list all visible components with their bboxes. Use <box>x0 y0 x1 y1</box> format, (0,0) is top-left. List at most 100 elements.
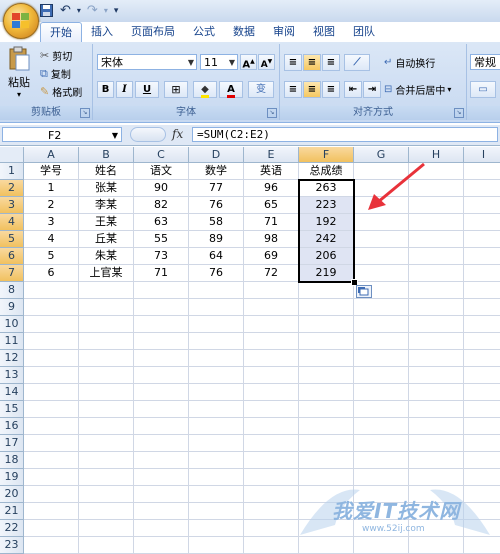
cell-d19[interactable] <box>189 469 244 486</box>
cell-c17[interactable] <box>134 435 189 452</box>
cell-c18[interactable] <box>134 452 189 469</box>
cell-d11[interactable] <box>189 333 244 350</box>
cell-a19[interactable] <box>24 469 79 486</box>
cell-d1[interactable]: 数学 <box>189 163 244 180</box>
cell-d4[interactable]: 58 <box>189 214 244 231</box>
cell-e9[interactable] <box>244 299 299 316</box>
cell-b22[interactable] <box>79 520 134 537</box>
cell-a10[interactable] <box>24 316 79 333</box>
cell-b13[interactable] <box>79 367 134 384</box>
cell-c10[interactable] <box>134 316 189 333</box>
cell-g6[interactable] <box>354 248 409 265</box>
wrap-text-button[interactable]: ↵ 自动换行 <box>384 55 435 70</box>
cell-d20[interactable] <box>189 486 244 503</box>
cell-d8[interactable] <box>189 282 244 299</box>
cell-g10[interactable] <box>354 316 409 333</box>
cell-g16[interactable] <box>354 418 409 435</box>
row-header-3[interactable]: 3 <box>0 197 24 214</box>
cell-a6[interactable]: 5 <box>24 248 79 265</box>
row-header-8[interactable]: 8 <box>0 282 24 299</box>
font-size-dropdown-icon[interactable]: ▼ <box>229 55 235 71</box>
row-header-16[interactable]: 16 <box>0 418 24 435</box>
cell-c14[interactable] <box>134 384 189 401</box>
cell-d12[interactable] <box>189 350 244 367</box>
insert-function-icon[interactable]: fx <box>172 127 183 141</box>
cell-a18[interactable] <box>24 452 79 469</box>
tab-insert[interactable]: 插入 <box>82 22 122 41</box>
cell-b15[interactable] <box>79 401 134 418</box>
tab-review[interactable]: 审阅 <box>264 22 304 41</box>
cell-d10[interactable] <box>189 316 244 333</box>
cell-i13[interactable] <box>464 367 500 384</box>
cell-e18[interactable] <box>244 452 299 469</box>
cell-d7[interactable]: 76 <box>189 265 244 282</box>
cell-d13[interactable] <box>189 367 244 384</box>
cell-i17[interactable] <box>464 435 500 452</box>
cell-f12[interactable] <box>299 350 354 367</box>
cell-i15[interactable] <box>464 401 500 418</box>
cell-f13[interactable] <box>299 367 354 384</box>
cell-e6[interactable]: 69 <box>244 248 299 265</box>
cell-g18[interactable] <box>354 452 409 469</box>
cell-i6[interactable] <box>464 248 500 265</box>
formula-bar-grip-icon[interactable] <box>130 127 166 142</box>
clipboard-launcher-icon[interactable]: ↘ <box>80 108 90 118</box>
cell-b2[interactable]: 张某 <box>79 180 134 197</box>
borders-button[interactable]: ⊞ <box>164 81 188 98</box>
copy-button[interactable]: ⧉ 复制 <box>40 66 71 82</box>
cell-f17[interactable] <box>299 435 354 452</box>
alignment-launcher-icon[interactable]: ↘ <box>454 108 464 118</box>
cell-e16[interactable] <box>244 418 299 435</box>
cell-i5[interactable] <box>464 231 500 248</box>
font-name-combo[interactable]: 宋体 ▼ <box>97 54 197 70</box>
cell-h10[interactable] <box>409 316 464 333</box>
cell-b6[interactable]: 朱某 <box>79 248 134 265</box>
tab-page-layout[interactable]: 页面布局 <box>122 22 184 41</box>
cell-e10[interactable] <box>244 316 299 333</box>
cell-a5[interactable]: 4 <box>24 231 79 248</box>
tab-team[interactable]: 团队 <box>344 22 384 41</box>
cell-i1[interactable] <box>464 163 500 180</box>
cell-a20[interactable] <box>24 486 79 503</box>
row-header-12[interactable]: 12 <box>0 350 24 367</box>
row-header-14[interactable]: 14 <box>0 384 24 401</box>
cell-b4[interactable]: 王某 <box>79 214 134 231</box>
row-header-18[interactable]: 18 <box>0 452 24 469</box>
cell-b10[interactable] <box>79 316 134 333</box>
cell-d14[interactable] <box>189 384 244 401</box>
cell-f6[interactable]: 206 <box>299 248 354 265</box>
align-left-button[interactable]: ≡ <box>284 81 302 98</box>
cell-d15[interactable] <box>189 401 244 418</box>
column-header-i[interactable]: I <box>464 147 500 163</box>
cell-g9[interactable] <box>354 299 409 316</box>
cell-f4[interactable]: 192 <box>299 214 354 231</box>
cell-i16[interactable] <box>464 418 500 435</box>
cell-i9[interactable] <box>464 299 500 316</box>
cell-f9[interactable] <box>299 299 354 316</box>
align-middle-button[interactable]: ≡ <box>303 54 321 71</box>
cell-a13[interactable] <box>24 367 79 384</box>
formula-input[interactable]: =SUM(C2:E2) <box>192 127 498 142</box>
row-header-19[interactable]: 19 <box>0 469 24 486</box>
cell-d22[interactable] <box>189 520 244 537</box>
cell-h14[interactable] <box>409 384 464 401</box>
cut-button[interactable]: ✂ 剪切 <box>40 48 72 63</box>
cell-c11[interactable] <box>134 333 189 350</box>
column-header-e[interactable]: E <box>244 147 299 163</box>
cell-a16[interactable] <box>24 418 79 435</box>
cell-h13[interactable] <box>409 367 464 384</box>
cell-a9[interactable] <box>24 299 79 316</box>
cell-a23[interactable] <box>24 537 79 554</box>
paste-dropdown-icon[interactable]: ▾ <box>17 90 21 99</box>
cell-f18[interactable] <box>299 452 354 469</box>
row-header-15[interactable]: 15 <box>0 401 24 418</box>
cell-f14[interactable] <box>299 384 354 401</box>
cell-d18[interactable] <box>189 452 244 469</box>
cell-h4[interactable] <box>409 214 464 231</box>
cell-c13[interactable] <box>134 367 189 384</box>
tab-view[interactable]: 视图 <box>304 22 344 41</box>
cell-f1[interactable]: 总成绩 <box>299 163 354 180</box>
increase-indent-button[interactable]: ⇥ <box>363 81 381 98</box>
cell-h8[interactable] <box>409 282 464 299</box>
cell-b23[interactable] <box>79 537 134 554</box>
